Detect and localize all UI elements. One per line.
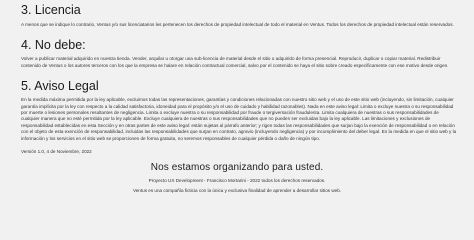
legal-content: 3. Licencia A menos que se indique lo co… <box>21 0 457 155</box>
legal-page: 3. Licencia A menos que se indique lo co… <box>0 0 474 225</box>
page-footer: Nos estamos organizando para usted. Proy… <box>0 162 474 195</box>
license-heading: 3. Licencia <box>21 3 81 17</box>
footer-copyright: Proyecto UX Development - Francisco Mort… <box>148 178 326 183</box>
footer-heading: Nos estamos organizando para usted. <box>150 162 324 173</box>
legal-notice-text: En la medida máxima permitida por la ley… <box>21 97 457 141</box>
restrictions-heading: 4. No debe: <box>21 38 86 53</box>
footer-about: Ventus es una compañía ficticia con la ú… <box>132 188 342 194</box>
restrictions-text: Volver a publicar material adquirido en … <box>21 56 449 68</box>
legal-notice-heading: 5. Aviso Legal <box>21 79 99 94</box>
license-text: A menos que se indique lo contrario, Ven… <box>21 22 454 27</box>
version-text: Versión 1.0, 4 de Noviembre, 2022 <box>21 149 92 155</box>
